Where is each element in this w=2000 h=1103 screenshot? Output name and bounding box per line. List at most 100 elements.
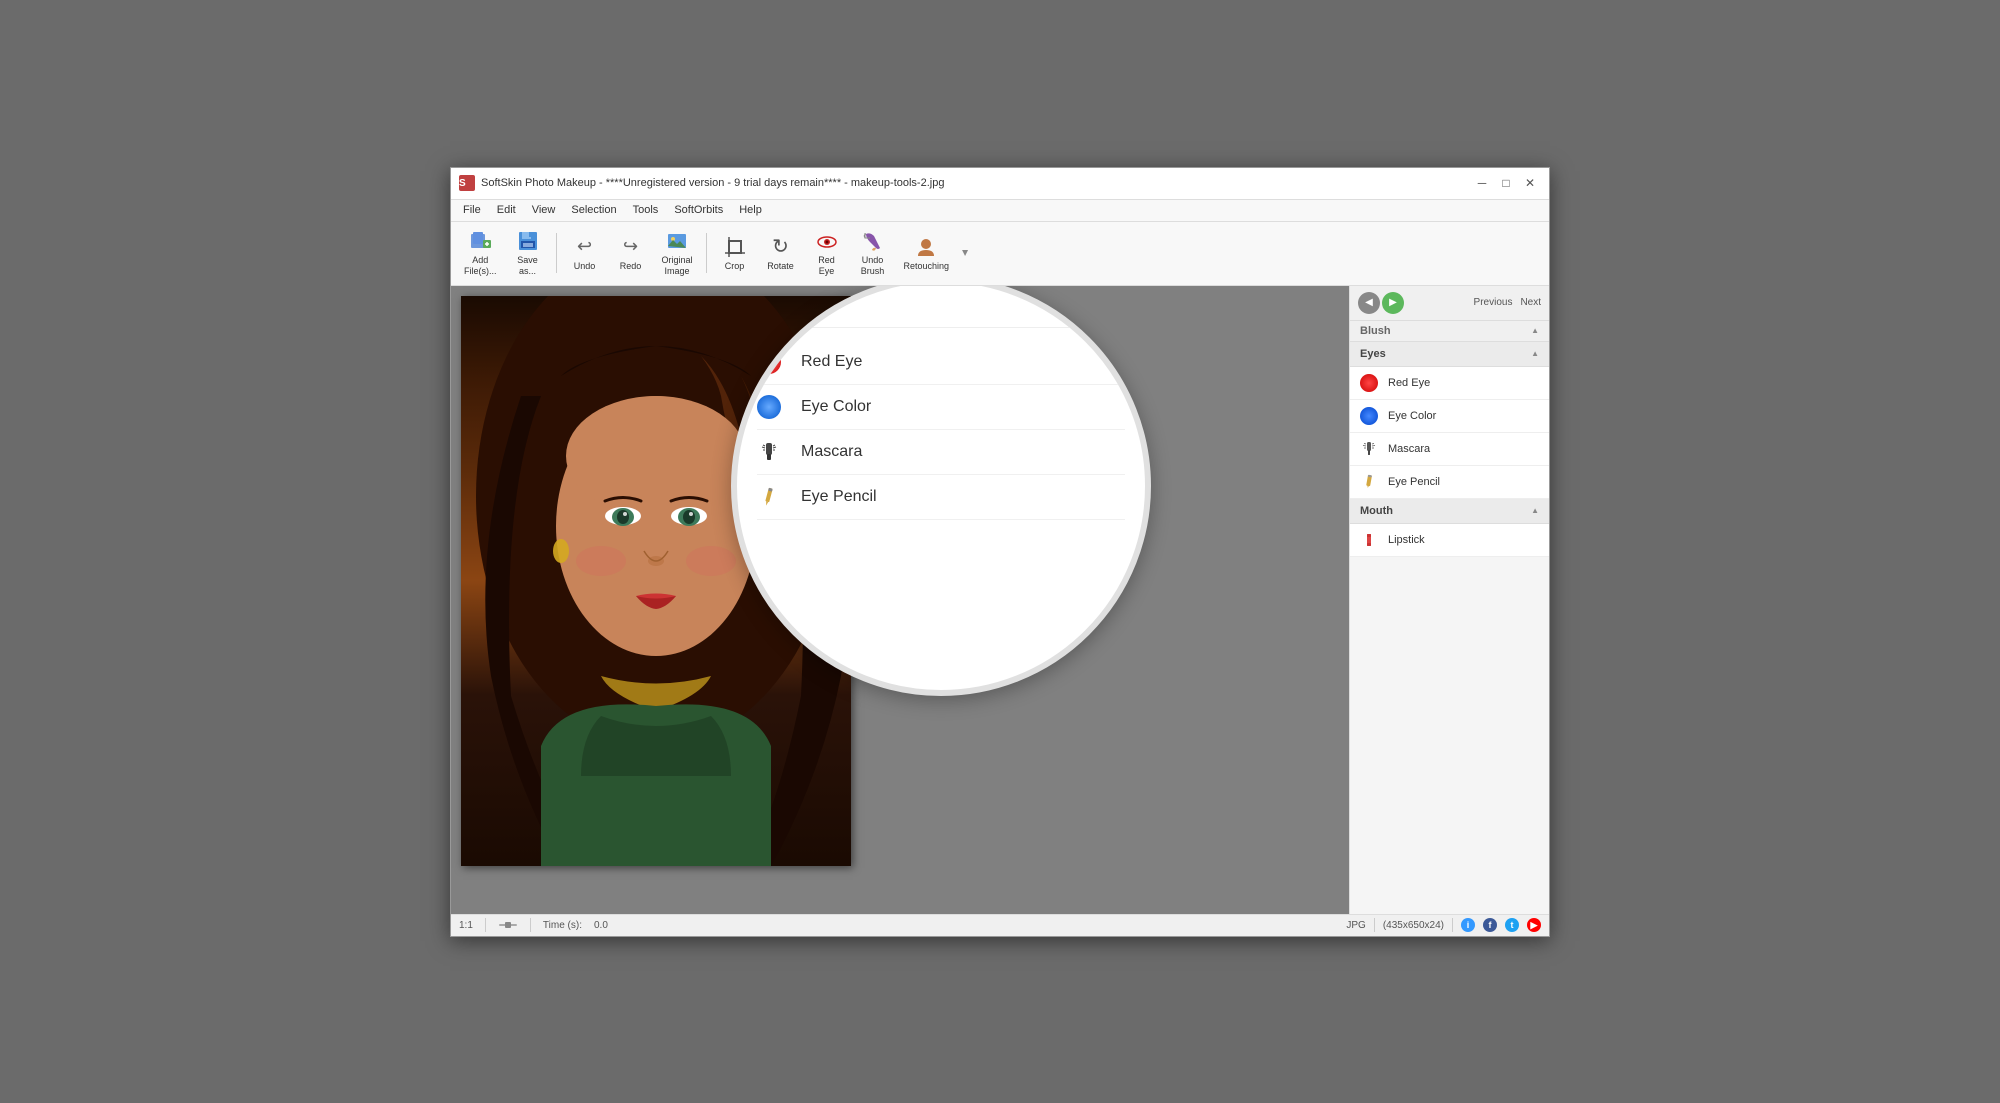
crop-icon	[723, 235, 747, 259]
menu-tools[interactable]: Tools	[625, 202, 667, 218]
sidebar-nav: ◀ ▶ Previous Next	[1350, 286, 1549, 321]
info-icon[interactable]: i	[1461, 918, 1475, 932]
sidebar-item-lipstick[interactable]: Lipstick	[1350, 524, 1549, 557]
save-as-label: Saveas...	[517, 255, 538, 277]
magnify-item-eye-color[interactable]: Eye Color	[757, 385, 1125, 430]
maximize-button[interactable]: □	[1495, 172, 1517, 194]
rotate-label: Rotate	[767, 261, 794, 272]
image-dimensions: (435x650x24)	[1383, 920, 1444, 931]
original-image-icon	[665, 229, 689, 253]
status-sep-4	[1452, 918, 1453, 932]
mouth-collapse-icon: ▲	[1531, 506, 1539, 515]
undo-brush-button[interactable]: UndoBrush	[851, 224, 895, 282]
add-files-button[interactable]: AddFile(s)...	[457, 224, 504, 282]
rotate-button[interactable]: ↻ Rotate	[759, 230, 803, 277]
main-area: ✕ ▲ Eyes Red Eye Eye Color	[451, 286, 1549, 914]
save-as-button[interactable]: Saveas...	[506, 224, 550, 282]
redo-label: Redo	[620, 261, 642, 272]
prev-label: Previous	[1474, 297, 1513, 308]
sidebar-item-red-eye[interactable]: Red Eye	[1350, 367, 1549, 400]
mascara-magnify-label: Mascara	[801, 443, 862, 461]
file-format: JPG	[1346, 920, 1365, 931]
next-label: Next	[1520, 297, 1541, 308]
nav-labels: Previous Next	[1474, 297, 1541, 308]
eye-color-magnify-icon	[757, 395, 781, 419]
main-window: S SoftSkin Photo Makeup - ****Unregister…	[450, 167, 1550, 937]
mouth-section-header[interactable]: Mouth ▲	[1350, 499, 1549, 524]
sidebar: ◀ ▶ Previous Next Blush ▲ Eyes ▲	[1349, 286, 1549, 914]
zoom-level: 1:1	[459, 920, 473, 931]
eyes-section-header[interactable]: Eyes ▲	[1350, 342, 1549, 367]
status-sep-2	[530, 918, 531, 932]
eyes-collapse-icon: ▲	[1531, 349, 1539, 358]
redo-icon: ↪	[619, 235, 643, 259]
youtube-icon[interactable]: ▶	[1527, 918, 1541, 932]
eye-color-magnify-label: Eye Color	[801, 398, 871, 416]
titlebar-buttons: ─ □ ✕	[1471, 172, 1541, 194]
menu-edit[interactable]: Edit	[489, 202, 524, 218]
blush-label: Blush	[1360, 325, 1391, 337]
menu-help[interactable]: Help	[731, 202, 770, 218]
eye-pencil-sidebar-label: Eye Pencil	[1388, 476, 1440, 488]
crop-button[interactable]: Crop	[713, 230, 757, 277]
magnify-item-eye-pencil[interactable]: Eye Pencil	[757, 475, 1125, 520]
red-eye-label: RedEye	[818, 255, 835, 277]
mascara-sidebar-label: Mascara	[1388, 443, 1430, 455]
magnify-close-button[interactable]: ✕	[1065, 294, 1085, 314]
titlebar: S SoftSkin Photo Makeup - ****Unregister…	[451, 168, 1549, 200]
mascara-sidebar-icon	[1360, 440, 1378, 458]
red-eye-sidebar-label: Red Eye	[1388, 377, 1430, 389]
toolbar-separator-1	[556, 233, 557, 273]
menubar: File Edit View Selection Tools SoftOrbit…	[451, 200, 1549, 222]
original-image-button[interactable]: OriginalImage	[655, 224, 700, 282]
sidebar-item-mascara[interactable]: Mascara	[1350, 433, 1549, 466]
mouth-label: Mouth	[1360, 505, 1393, 517]
menu-file[interactable]: File	[455, 202, 489, 218]
sidebar-item-eye-pencil[interactable]: Eye Pencil	[1350, 466, 1549, 499]
original-image-label: OriginalImage	[662, 255, 693, 277]
time-label: Time (s):	[543, 920, 582, 931]
blush-section-header[interactable]: Blush ▲	[1350, 321, 1549, 342]
menu-view[interactable]: View	[524, 202, 564, 218]
next-button[interactable]: ▶	[1382, 292, 1404, 314]
undo-brush-label: UndoBrush	[861, 255, 885, 277]
minimize-button[interactable]: ─	[1471, 172, 1493, 194]
twitter-icon[interactable]: t	[1505, 918, 1519, 932]
lipstick-sidebar-label: Lipstick	[1388, 534, 1425, 546]
retouching-label: Retouching	[904, 261, 950, 272]
close-button[interactable]: ✕	[1519, 172, 1541, 194]
facebook-icon[interactable]: f	[1483, 918, 1497, 932]
prev-button[interactable]: ◀	[1358, 292, 1380, 314]
toolbar-separator-2	[706, 233, 707, 273]
undo-brush-icon	[861, 229, 885, 253]
image-area: ✕ ▲ Eyes Red Eye Eye Color	[451, 286, 1349, 914]
blush-collapse-icon: ▲	[1531, 326, 1539, 335]
magnify-item-red-eye[interactable]: Red Eye	[757, 340, 1125, 385]
image-wrapper: ✕ ▲ Eyes Red Eye Eye Color	[461, 296, 851, 866]
magnify-collapse-icon: ▲	[1103, 296, 1113, 307]
lipstick-sidebar-icon	[1360, 531, 1378, 549]
eye-color-sidebar-icon	[1360, 407, 1378, 425]
magnify-item-mascara[interactable]: Mascara	[757, 430, 1125, 475]
window-title: SoftSkin Photo Makeup - ****Unregistered…	[481, 177, 1471, 189]
eye-color-sidebar-label: Eye Color	[1388, 410, 1436, 422]
add-files-label: AddFile(s)...	[464, 255, 497, 277]
menu-selection[interactable]: Selection	[563, 202, 624, 218]
status-sep-1	[485, 918, 486, 932]
magnify-overlay: ✕ ▲ Eyes Red Eye Eye Color	[731, 286, 1151, 696]
retouching-button[interactable]: Retouching	[897, 230, 957, 277]
undo-label: Undo	[574, 261, 596, 272]
rotate-icon: ↻	[769, 235, 793, 259]
menu-softorbits[interactable]: SoftOrbits	[666, 202, 731, 218]
undo-button[interactable]: ↩ Undo	[563, 230, 607, 277]
red-eye-icon	[815, 229, 839, 253]
app-icon: S	[459, 175, 475, 191]
status-sep-3	[1374, 918, 1375, 932]
redo-button[interactable]: ↪ Redo	[609, 230, 653, 277]
red-eye-button[interactable]: RedEye	[805, 224, 849, 282]
sidebar-item-eye-color[interactable]: Eye Color	[1350, 400, 1549, 433]
time-value: 0.0	[594, 920, 608, 931]
mascara-magnify-icon	[757, 440, 781, 464]
magnify-content: Eyes Red Eye Eye Color	[737, 286, 1145, 690]
red-eye-sidebar-icon	[1360, 374, 1378, 392]
